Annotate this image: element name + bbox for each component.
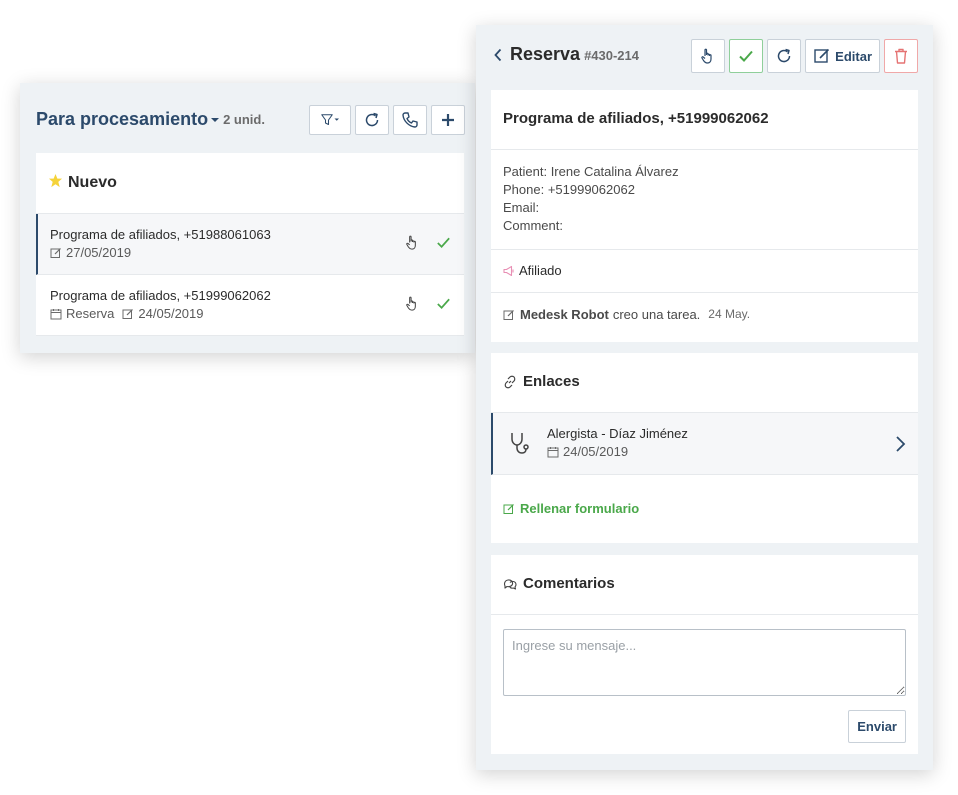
detail-title-block: Reserva #430-214: [510, 44, 639, 65]
activity-actor: Medesk Robot: [520, 307, 609, 322]
activity-date: 24 May.: [708, 307, 751, 321]
item-date: 27/05/2019: [66, 245, 132, 260]
edit-icon: [503, 503, 514, 514]
list-header: Para procesamiento 2 unid.: [36, 105, 465, 135]
activity-entry: Medesk Robot creo una tarea. 24 May.: [491, 293, 918, 336]
edit-icon: [122, 308, 134, 319]
complete-button[interactable]: [729, 39, 764, 73]
comments-card: Comentarios Enviar: [491, 555, 918, 754]
group-label: Nuevo: [68, 174, 117, 191]
detail-panel: Reserva #430-214 Editar Programa de afili…: [476, 25, 933, 770]
calendar-icon: [547, 446, 559, 457]
linked-appointment-date: 24/05/2019: [563, 444, 629, 459]
trash-icon: [895, 48, 907, 64]
list-item[interactable]: Programa de afiliados, +51999062062 Rese…: [36, 275, 464, 336]
card-title: Programa de afiliados, +51999062062: [491, 90, 918, 150]
check-icon: [739, 50, 753, 62]
comment-field: Comment:: [503, 218, 563, 233]
delete-button[interactable]: [884, 39, 918, 73]
linked-appointment-text: Alergista - Díaz Jiménez 24/05/2019: [547, 426, 688, 459]
edit-icon: [814, 48, 830, 63]
task-info-card: Programa de afiliados, +51999062062 Pati…: [491, 90, 918, 342]
links-title: Enlaces: [523, 373, 580, 390]
edit-button-label: Editar: [835, 48, 872, 64]
contact-fields: Patient: Irene Catalina Álvarez Phone: +…: [491, 150, 918, 250]
detail-title: Reserva: [510, 44, 581, 64]
filter-button[interactable]: [309, 105, 351, 135]
tag-label: Afiliado: [519, 263, 562, 278]
links-card: Enlaces Alergista - Díaz Jiménez 24/05/2…: [491, 353, 918, 543]
detail-id: #430-214: [584, 48, 640, 63]
linked-appointment-date-row: 24/05/2019: [547, 444, 688, 459]
calendar-icon: [50, 308, 62, 319]
list-panel: Para procesamiento 2 unid. Nuevo Programa…: [20, 83, 475, 353]
linked-appointment-title: Alergista - Díaz Jiménez: [547, 426, 688, 441]
back-button[interactable]: [492, 48, 504, 67]
refresh-button[interactable]: [355, 105, 389, 135]
refresh-icon: [365, 112, 379, 127]
refresh-button[interactable]: [767, 39, 802, 73]
group-header: Nuevo: [36, 153, 464, 214]
hand-pointer-icon: [701, 48, 712, 64]
phone-icon: [402, 112, 418, 128]
source-tag: Afiliado: [491, 250, 918, 293]
chevron-left-icon: [494, 48, 502, 62]
item-date: 24/05/2019: [138, 306, 204, 321]
list-toolbar: [309, 105, 465, 135]
item-type: Reserva: [66, 306, 115, 321]
star-icon: [48, 173, 63, 193]
activity-action: creo una tarea.: [612, 307, 701, 322]
filter-icon: [321, 114, 339, 126]
chevron-right-icon: [896, 436, 906, 452]
edit-icon: [503, 310, 514, 320]
item-meta: Reserva 24/05/2019: [50, 306, 450, 321]
take-task-button[interactable]: [691, 39, 726, 73]
send-button[interactable]: Enviar: [848, 710, 906, 743]
item-actions: [404, 234, 452, 251]
item-actions: [404, 295, 452, 312]
phone-field: Phone: +51999062062: [503, 182, 635, 197]
linked-appointment[interactable]: Alergista - Díaz Jiménez 24/05/2019: [491, 413, 918, 475]
link-icon: [504, 375, 516, 389]
list-title-dropdown[interactable]: Para procesamiento 2 unid.: [36, 109, 265, 130]
hand-pointer-icon[interactable]: [404, 234, 421, 251]
item-meta: 27/05/2019: [50, 245, 450, 260]
item-type-chunk: Reserva: [50, 306, 114, 321]
add-button[interactable]: [431, 105, 465, 135]
message-input[interactable]: [503, 629, 906, 696]
item-date-chunk: 27/05/2019: [50, 245, 131, 260]
comments-title-row: Comentarios: [491, 555, 918, 615]
fill-form-link[interactable]: Rellenar formulario: [491, 475, 918, 516]
detail-header: Reserva #430-214 Editar: [492, 39, 918, 73]
edit-button[interactable]: Editar: [805, 39, 880, 73]
detail-toolbar: Editar: [691, 39, 918, 73]
refresh-icon: [777, 48, 791, 63]
check-icon[interactable]: [435, 234, 452, 251]
task-list: Nuevo Programa de afiliados, +5198806106…: [36, 153, 464, 336]
email-field: Email:: [503, 200, 540, 215]
list-title: Para procesamiento: [36, 109, 209, 129]
item-title: Programa de afiliados, +51999062062: [50, 288, 271, 303]
megaphone-icon: [503, 265, 514, 277]
item-title: Programa de afiliados, +51988061063: [50, 227, 271, 242]
patient-field: Patient: Irene Catalina Álvarez: [503, 164, 679, 179]
comments-title: Comentarios: [523, 575, 615, 592]
call-button[interactable]: [393, 105, 427, 135]
item-date-chunk: 24/05/2019: [122, 306, 204, 321]
item-count: 2 unid.: [223, 112, 265, 127]
links-title-row: Enlaces: [491, 353, 918, 413]
check-icon[interactable]: [435, 295, 452, 312]
hand-pointer-icon[interactable]: [404, 295, 421, 312]
plus-icon: [442, 114, 454, 126]
list-item[interactable]: Programa de afiliados, +51988061063 27/0…: [36, 214, 464, 275]
fill-form-label: Rellenar formulario: [520, 501, 640, 516]
stethoscope-icon: [511, 433, 529, 454]
chat-bubbles-icon: [504, 579, 517, 590]
caret-down-icon: [211, 118, 220, 123]
edit-icon: [50, 247, 61, 258]
